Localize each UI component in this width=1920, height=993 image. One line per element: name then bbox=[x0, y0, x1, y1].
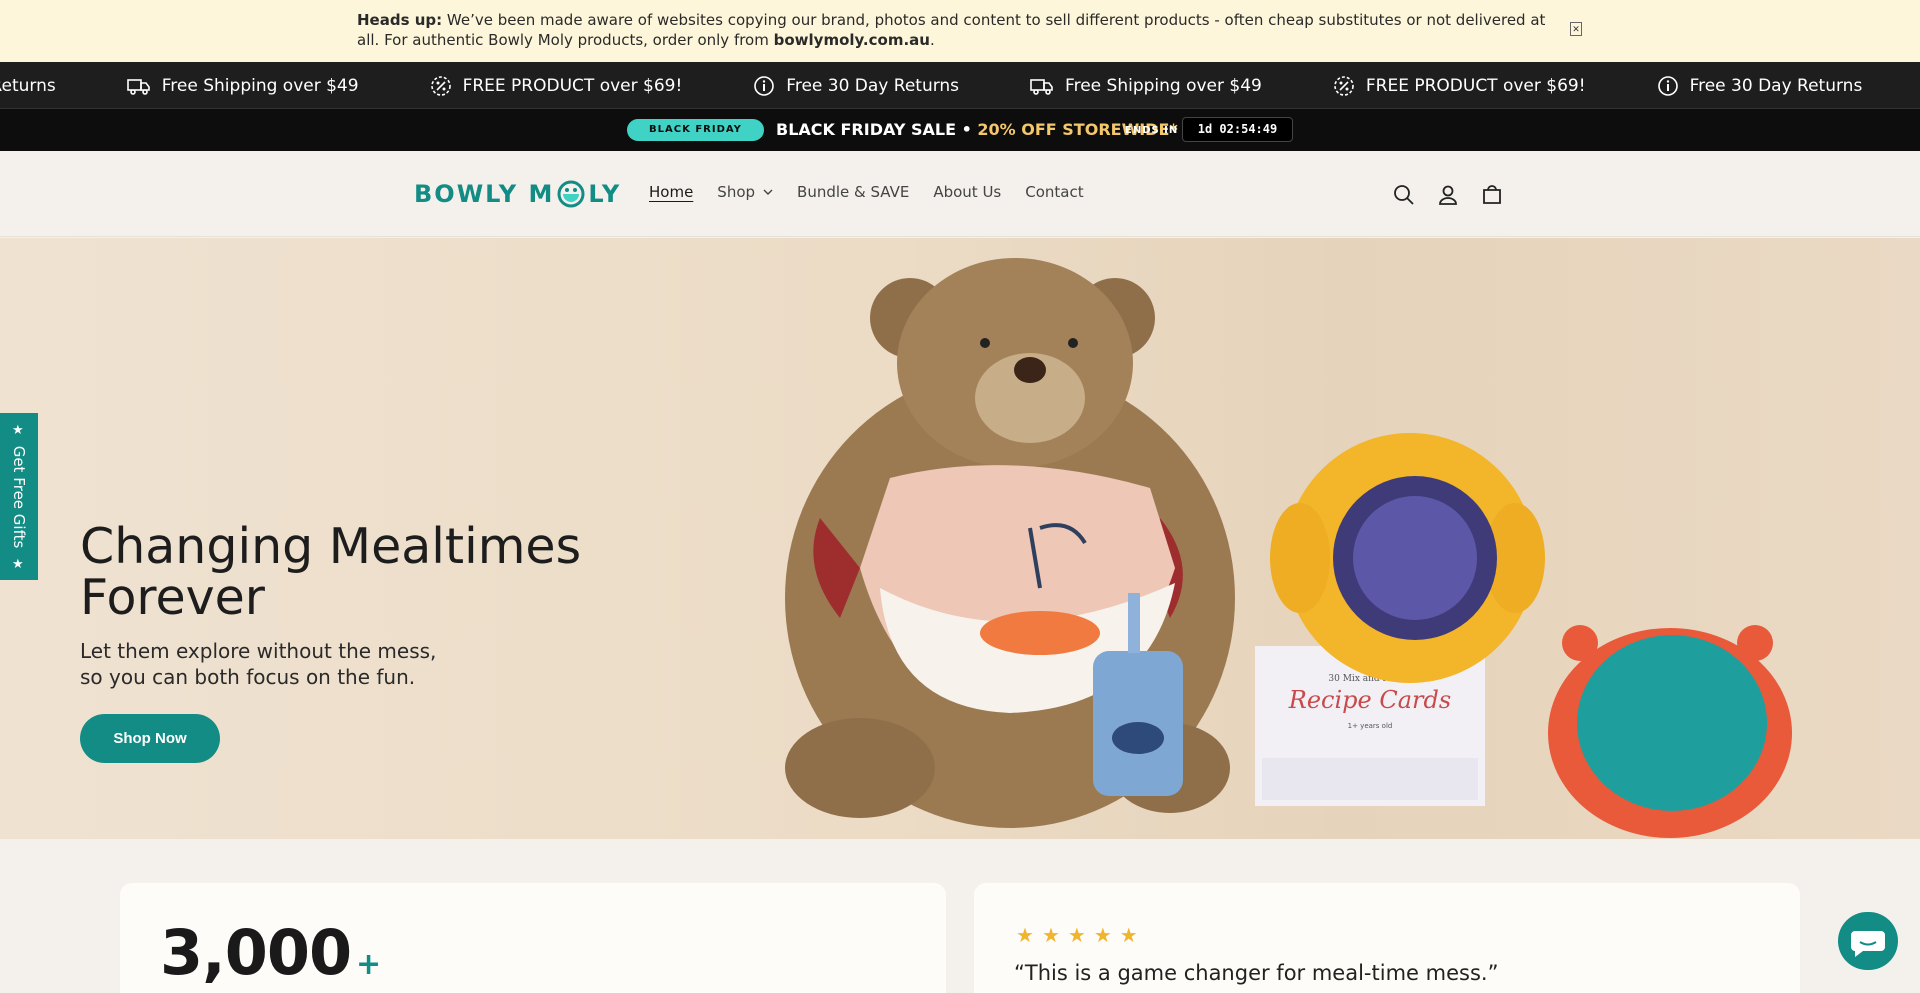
promo-ends-label: ENDS IN bbox=[1125, 125, 1179, 136]
bowl-logo-icon bbox=[557, 180, 585, 208]
alert-text: Heads up: We’ve been made aware of websi… bbox=[357, 10, 1547, 50]
marquee-item-label: Free Shipping over $49 bbox=[1065, 75, 1262, 96]
percent-icon bbox=[1333, 75, 1366, 97]
nav-shop[interactable]: Shop bbox=[717, 183, 773, 201]
close-icon: ✕ bbox=[1572, 24, 1580, 34]
marquee-item-label: Free Shipping over $49 bbox=[161, 75, 359, 96]
logo-text-right: LY bbox=[588, 180, 622, 208]
promo-text: BLACK FRIDAY SALE • 20% OFF STOREWIDE* bbox=[776, 118, 1178, 142]
star-icon: ★ bbox=[1016, 923, 1034, 947]
recipe-cards-title: Recipe Cards bbox=[1288, 686, 1451, 714]
nav-bundle[interactable]: Bundle & SAVE bbox=[797, 183, 909, 201]
promo-badge: BLACK FRIDAY bbox=[627, 119, 764, 141]
hero-title: Changing Mealtimes Forever bbox=[80, 521, 581, 623]
cart-icon[interactable] bbox=[1480, 183, 1504, 207]
marquee-item: Free Shipping over $49 bbox=[126, 75, 359, 96]
hero-sub-line1: Let them explore without the mess, bbox=[80, 639, 437, 663]
free-gifts-label: Get Free Gifts bbox=[10, 445, 28, 548]
nav-home[interactable]: Home bbox=[649, 183, 693, 201]
chat-button[interactable] bbox=[1838, 912, 1898, 970]
marquee-item: Free 30 Day Returns bbox=[753, 75, 959, 97]
info-icon bbox=[753, 75, 786, 97]
recipe-cards-age: 1+ years old bbox=[1348, 722, 1393, 730]
truck-icon bbox=[1030, 76, 1065, 96]
countdown-timer: 1d 02:54:49 bbox=[1182, 117, 1293, 142]
nav-shop-label: Shop bbox=[717, 183, 756, 201]
star-rating: ★ ★ ★ ★ ★ bbox=[1016, 923, 1146, 947]
review-quote: “This is a game changer for meal-time me… bbox=[1014, 961, 1499, 985]
shop-now-button[interactable]: Shop Now bbox=[80, 714, 220, 763]
star-icon: ★ bbox=[1093, 923, 1112, 947]
star-icon: ★ bbox=[12, 557, 24, 572]
marquee-item: FREE PRODUCT over $69! bbox=[430, 75, 683, 97]
stat-plus: + bbox=[356, 947, 382, 982]
info-icon bbox=[1657, 75, 1690, 97]
free-gifts-tab[interactable]: ★ Get Free Gifts ★ bbox=[0, 413, 38, 580]
hero-subtitle: Let them explore without the mess, so yo… bbox=[80, 638, 436, 690]
hero-sub-line2: so you can both focus on the fun. bbox=[80, 665, 416, 689]
promo-sale: BLACK FRIDAY SALE • bbox=[776, 120, 978, 139]
nav-contact[interactable]: Contact bbox=[1025, 183, 1083, 201]
marquee-item: FREE PRODUCT over $69! bbox=[1333, 75, 1586, 97]
promo-bar: BLACK FRIDAY BLACK FRIDAY SALE • 20% OFF… bbox=[0, 109, 1920, 151]
announcement-marquee: Free 30 Day Returns Free Shipping over $4… bbox=[0, 62, 1920, 109]
chat-icon bbox=[1851, 931, 1885, 957]
marquee-item-label: FREE PRODUCT over $69! bbox=[1365, 75, 1586, 96]
account-icon[interactable] bbox=[1436, 183, 1460, 207]
alert-end: . bbox=[929, 31, 935, 49]
star-icon: ★ bbox=[1067, 923, 1086, 947]
alert-strong: Heads up: bbox=[357, 11, 443, 29]
search-icon[interactable] bbox=[1392, 183, 1416, 207]
marquee-item: Free 30 Day Returns bbox=[0, 75, 56, 97]
marquee-item: Free 30 Day Returns bbox=[1657, 75, 1863, 97]
site-header: BOWLY M LY Home Shop Bundle & SAVE About… bbox=[0, 151, 1920, 237]
stat-number: 3,000 bbox=[160, 916, 352, 989]
star-icon: ★ bbox=[1041, 923, 1060, 947]
alert-domain[interactable]: bowlymoly.com.au bbox=[774, 31, 930, 49]
nav-about[interactable]: About Us bbox=[933, 183, 1001, 201]
hero-title-line1: Changing Mealtimes bbox=[80, 518, 582, 575]
marquee-track: Free 30 Day Returns Free Shipping over $4… bbox=[0, 62, 1920, 108]
logo-text-left: BOWLY M bbox=[414, 180, 555, 208]
customers-stat-card: 3,000 + bbox=[120, 883, 946, 993]
star-icon: ★ bbox=[12, 423, 24, 438]
truck-icon bbox=[126, 76, 162, 96]
alert-body: We’ve been made aware of websites copyin… bbox=[357, 11, 1546, 49]
alert-banner: Heads up: We’ve been made aware of websi… bbox=[0, 0, 1920, 62]
brand-logo[interactable]: BOWLY M LY bbox=[414, 179, 621, 209]
percent-icon bbox=[430, 75, 463, 97]
marquee-item-label: Free 30 Day Returns bbox=[1689, 75, 1863, 96]
marquee-item-label: Free 30 Day Returns bbox=[786, 75, 960, 96]
hero-banner: 30 Mix and Match Recipe Cards 1+ years o… bbox=[0, 238, 1920, 839]
close-alert-button[interactable]: ✕ bbox=[1570, 22, 1582, 36]
chevron-down-icon bbox=[763, 189, 773, 195]
marquee-item-label: FREE PRODUCT over $69! bbox=[462, 75, 683, 96]
marquee-item-label: Free 30 Day Returns bbox=[0, 75, 56, 96]
review-card: ★ ★ ★ ★ ★ “This is a game changer for meal-t… bbox=[974, 883, 1800, 993]
main-nav: Home Shop Bundle & SAVE About Us Contact bbox=[649, 183, 1108, 201]
marquee-item: Free Shipping over $49 bbox=[1030, 76, 1262, 96]
hero-title-line2: Forever bbox=[80, 569, 265, 626]
star-icon: ★ bbox=[1119, 923, 1138, 947]
